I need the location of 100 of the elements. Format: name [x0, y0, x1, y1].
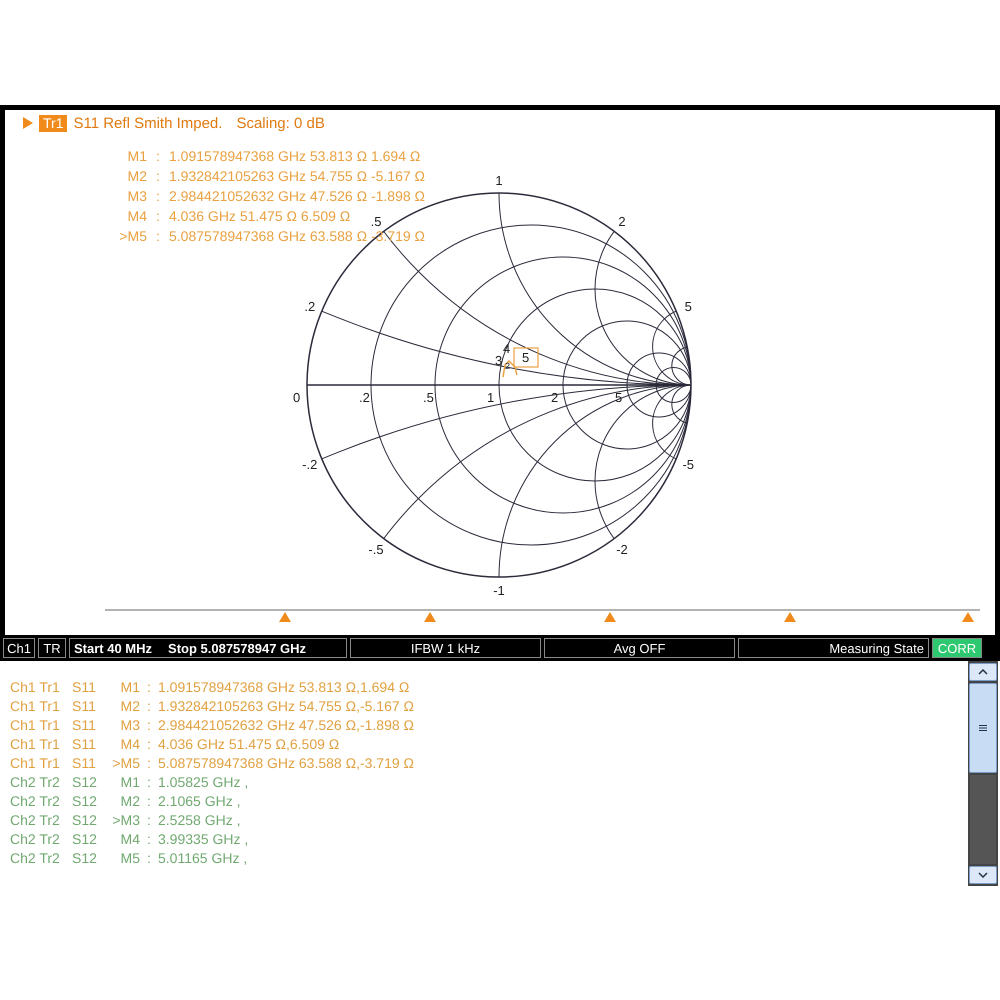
separator: : [155, 148, 161, 164]
separator: : [146, 850, 152, 866]
marker-name: M3 [126, 188, 147, 204]
parameter: S11 [72, 716, 97, 732]
separator: : [155, 208, 161, 224]
marker-value: 2.984421052632 GHz 47.526 Ω,-1.898 Ω [158, 716, 414, 732]
marker-triangle-icon [962, 612, 974, 622]
trace-source: Ch2 Tr2 [10, 774, 61, 790]
marker-value: 2.1065 GHz , [158, 792, 240, 808]
scroll-thumb[interactable] [969, 683, 997, 773]
trace-source: Ch1 Tr1 [10, 736, 61, 752]
parameter: S11 [72, 736, 97, 752]
status-field: Avg OFF [544, 638, 735, 658]
scrollbar[interactable] [968, 661, 998, 886]
marker-name: M1 [120, 774, 140, 790]
trace-source: Ch1 Tr1 [10, 698, 61, 714]
correction-badge: CORR [932, 638, 982, 658]
separator: : [146, 754, 152, 770]
parameter: S11 [72, 678, 97, 694]
scaling-label: Scaling: 0 dB [236, 114, 325, 132]
measuring-state: Measuring State [738, 638, 929, 658]
axis-label: -.5 [368, 542, 384, 557]
marker-name: >M5 [118, 228, 147, 244]
separator: : [146, 774, 152, 790]
axis-label: 1 [487, 390, 494, 405]
parameter: S11 [72, 698, 97, 714]
marker-value: 4.036 GHz 51.475 Ω,6.509 Ω [158, 736, 340, 752]
marker-value: 1.091578947368 GHz 53.813 Ω,1.694 Ω [158, 678, 410, 694]
marker-name: >M3 [111, 812, 140, 828]
marker-name: M3 [120, 716, 140, 732]
marker-value: 5.087578947368 GHz 63.588 Ω,-3.719 Ω [158, 754, 414, 770]
axis-label: 5 [684, 299, 692, 314]
marker-value: 2.5258 GHz , [158, 812, 240, 828]
start-frequency: Start 40 MHz [74, 640, 152, 656]
trace-source: Ch1 Tr1 [10, 678, 61, 694]
separator: : [146, 678, 152, 694]
parameter: S12 [72, 850, 98, 866]
marker-name: M1 [120, 678, 140, 694]
marker-value: 1.091578947368 GHz 53.813 Ω 1.694 Ω [169, 148, 420, 164]
marker-name: M4 [126, 208, 147, 224]
separator: : [146, 792, 152, 808]
trace-source: Ch2 Tr2 [10, 812, 61, 828]
scroll-down-button[interactable] [969, 866, 997, 884]
axis-label: .2 [359, 390, 370, 405]
marker-value: 5.01165 GHz , [158, 850, 248, 866]
separator: : [146, 736, 152, 752]
marker-triangle-icon [424, 612, 436, 622]
chevron-down-icon [978, 872, 988, 878]
axis-label: .5 [370, 214, 382, 229]
marker-value: 1.932842105263 GHz 54.755 Ω -5.167 Ω [169, 168, 426, 184]
separator: : [155, 188, 161, 204]
marker-name: M5 [120, 850, 140, 866]
axis-label: 0 [293, 390, 300, 405]
marker-triangle-icon [784, 612, 796, 622]
parameter: S12 [72, 774, 98, 790]
channel-tag[interactable]: Ch1 [3, 638, 35, 658]
axis-label: -1 [493, 583, 505, 598]
axis-label: .2 [304, 299, 316, 314]
axis-label: .5 [423, 390, 434, 405]
stop-frequency: Stop 5.087578947 GHz [168, 640, 306, 656]
axis-label: -5 [682, 456, 694, 472]
trace-source: Ch2 Tr2 [10, 792, 61, 808]
separator: : [155, 228, 161, 244]
separator: : [146, 716, 152, 732]
separator: : [146, 830, 152, 846]
axis-label: -.2 [302, 456, 318, 472]
parameter: S11 [72, 754, 97, 770]
axis-label: 2 [618, 214, 626, 229]
scroll-up-button[interactable] [969, 663, 997, 681]
marker-triangle-icon [279, 612, 291, 622]
marker-value: 1.932842105263 GHz 54.755 Ω,-5.167 Ω [158, 698, 414, 714]
marker-name: M2 [126, 168, 147, 184]
separator: : [146, 812, 152, 828]
marker-label: 3 [495, 353, 502, 368]
marker-name: M4 [120, 830, 140, 846]
trace-source: Ch2 Tr2 [10, 830, 61, 846]
marker-name: M2 [120, 792, 140, 808]
trace-source: Ch2 Tr2 [10, 850, 61, 866]
parameter: S12 [72, 830, 98, 846]
grip-icon [979, 725, 987, 731]
marker-name: M2 [120, 698, 140, 714]
parameter: S12 [72, 812, 98, 828]
marker-value: 2.984421052632 GHz 47.526 Ω -1.898 Ω [169, 188, 426, 204]
marker-value: 1.05825 GHz , [158, 774, 248, 790]
trace-source: Ch1 Tr1 [10, 754, 61, 770]
separator: : [146, 698, 152, 714]
parameter: S12 [72, 792, 98, 808]
marker-name: M1 [126, 148, 147, 164]
marker-value: 3.99335 GHz , [158, 830, 248, 846]
trace-title: S11 Refl Smith Imped. [73, 114, 222, 132]
chevron-up-icon [978, 669, 988, 675]
marker-name: M4 [120, 736, 140, 752]
marker-triangle-icon [604, 612, 616, 622]
trace-source: Ch1 Tr1 [10, 716, 61, 732]
play-triangle-icon [23, 117, 33, 129]
marker-label: 5 [513, 347, 539, 368]
separator: : [155, 168, 161, 184]
status-field: IFBW 1 kHz [350, 638, 541, 658]
axis-label: 1 [495, 173, 503, 188]
channel-tag[interactable]: TR [38, 638, 66, 658]
